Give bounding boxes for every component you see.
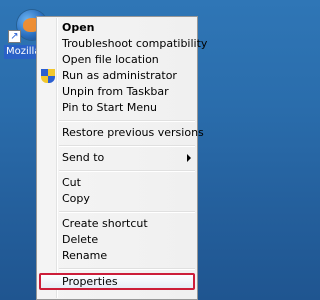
menu-separator <box>37 264 197 273</box>
context-menu: Open Troubleshoot compatibility Open fil… <box>36 16 207 300</box>
menu-item-label: Unpin from Taskbar <box>62 85 169 98</box>
shortcut-arrow-icon: ↗ <box>8 30 21 43</box>
menu-separator <box>37 166 197 175</box>
menu-item-label: Properties <box>62 275 118 288</box>
menu-item-label: Create shortcut <box>62 217 148 230</box>
menu-item-run-as-administrator[interactable]: Run as administrator <box>37 68 197 84</box>
menu-item-create-shortcut[interactable]: Create shortcut <box>37 216 197 232</box>
menu-item-send-to[interactable]: Send to <box>37 150 197 166</box>
menu-item-label: Rename <box>62 249 108 262</box>
menu-item-label: Copy <box>62 192 90 205</box>
menu-item-restore-previous-versions[interactable]: Restore previous versions <box>37 125 204 141</box>
menu-item-label: Send to <box>62 151 105 164</box>
menu-separator <box>37 207 197 216</box>
menu-separator <box>37 116 197 125</box>
menu-item-label: Cut <box>62 176 81 189</box>
menu-item-rename[interactable]: Rename <box>37 248 197 264</box>
menu-item-label: Restore previous versions <box>62 126 204 139</box>
menu-item-label: Troubleshoot compatibility <box>62 37 208 50</box>
menu-item-cut[interactable]: Cut <box>37 175 197 191</box>
submenu-arrow-icon <box>187 154 191 162</box>
menu-item-label: Pin to Start Menu <box>62 101 158 114</box>
menu-item-properties[interactable]: Properties <box>39 273 195 290</box>
menu-item-copy[interactable]: Copy <box>37 191 197 207</box>
menu-separator <box>37 141 197 150</box>
menu-item-pin-to-start-menu[interactable]: Pin to Start Menu <box>37 100 197 116</box>
menu-item-label: Open <box>62 21 95 34</box>
menu-item-unpin-from-taskbar[interactable]: Unpin from Taskbar <box>37 84 197 100</box>
menu-item-label: Open file location <box>62 53 159 66</box>
menu-item-label: Delete <box>62 233 99 246</box>
menu-item-troubleshoot-compatibility[interactable]: Troubleshoot compatibility <box>37 36 207 52</box>
menu-item-label: Run as administrator <box>62 69 177 82</box>
menu-item-delete[interactable]: Delete <box>37 232 197 248</box>
menu-item-open[interactable]: Open <box>37 20 197 36</box>
menu-item-open-file-location[interactable]: Open file location <box>37 52 197 68</box>
uac-shield-icon <box>41 69 55 83</box>
